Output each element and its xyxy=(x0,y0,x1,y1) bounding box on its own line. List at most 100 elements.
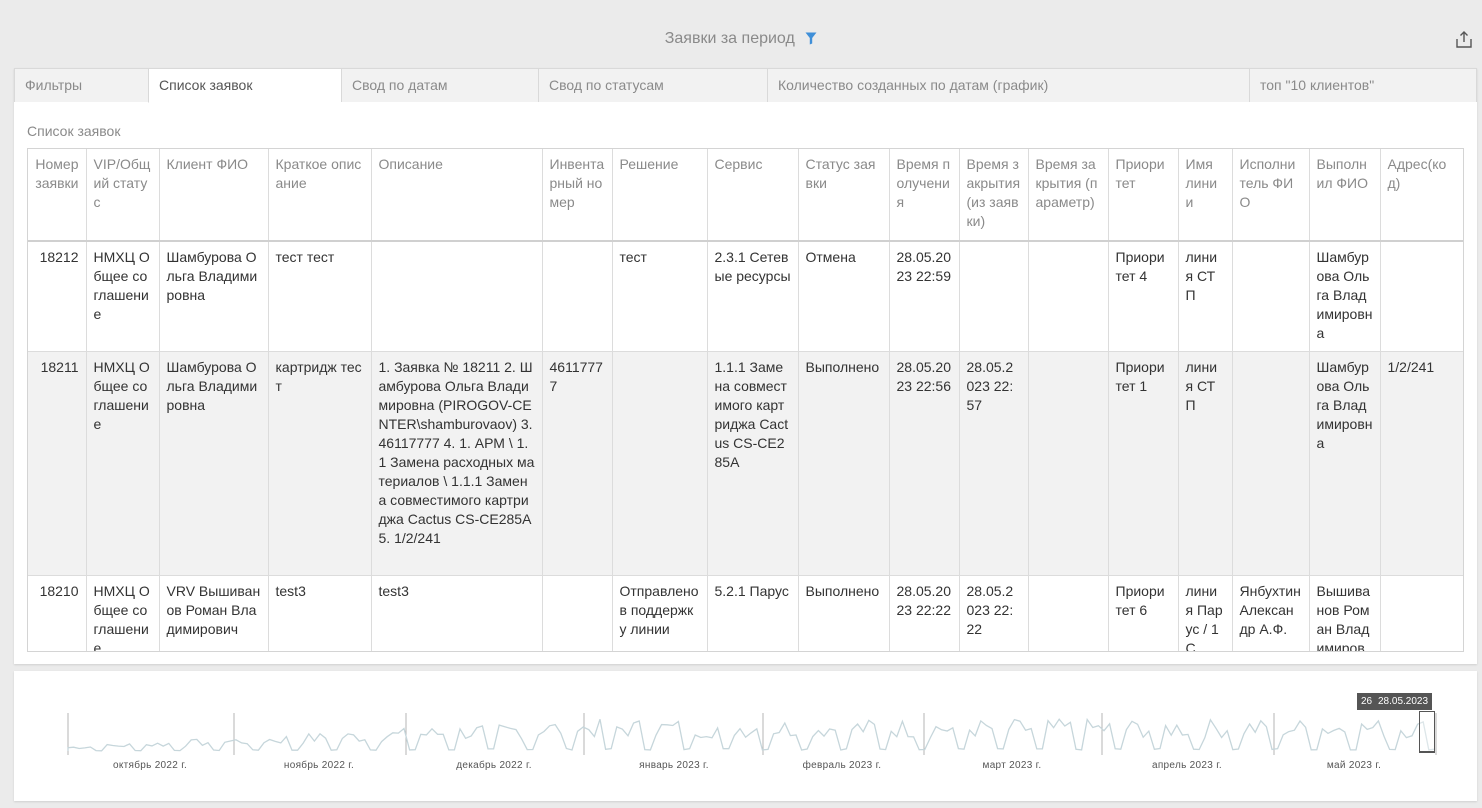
cell-address xyxy=(1380,241,1463,352)
cell-short-description: тест тест xyxy=(268,241,372,352)
timeline-month-label: декабрь 2022 г. xyxy=(456,760,532,771)
column-header[interactable]: Статус заявки xyxy=(798,149,890,242)
cell-solution xyxy=(612,351,708,576)
cell-client-name: Шамбурова Ольга Владимировна xyxy=(159,351,269,576)
tab-summary-by-status[interactable]: Свод по статусам xyxy=(538,68,767,102)
range-selection-handle[interactable] xyxy=(1419,711,1435,753)
timeline-month-label: апрель 2023 г. xyxy=(1151,760,1223,771)
tab-request-list[interactable]: Список заявок xyxy=(148,68,341,103)
requests-table: Номер заявки VIP/Общий статус Клиент ФИО… xyxy=(28,149,1463,651)
cell-vip-status: НМХЦ Общее соглашение xyxy=(86,241,160,352)
cell-received-time: 28.05.2023 22:22 xyxy=(889,575,960,651)
column-header[interactable]: Краткое описание xyxy=(268,149,372,242)
timeline-month-label: март 2023 г. xyxy=(982,760,1042,771)
cell-completed-by: Вышиванов Роман Владимирович xyxy=(1309,575,1381,651)
cell-line-name: линия Парус / 1С xyxy=(1178,575,1233,651)
cell-received-time: 28.05.2023 22:56 xyxy=(889,351,960,576)
cell-solution: тест xyxy=(612,241,708,352)
cell-priority: Приоритет 4 xyxy=(1108,241,1179,352)
column-header[interactable]: Время закрытия (из заявки) xyxy=(959,149,1029,242)
cell-address xyxy=(1380,575,1463,651)
table-header-row: Номер заявки VIP/Общий статус Клиент ФИО… xyxy=(28,149,1463,242)
cell-inventory-number xyxy=(542,241,613,352)
page-title: Заявки за период xyxy=(0,30,1482,50)
table-row[interactable]: 18210 НМХЦ Общее соглашение VRV Вышивано… xyxy=(28,575,1463,651)
cell-client-name: Шамбурова Ольга Владимировна xyxy=(159,241,269,352)
section-title: Список заявок xyxy=(27,123,121,139)
column-header[interactable]: Выполнил ФИО xyxy=(1309,149,1381,242)
cell-client-name: VRV Вышиванов Роман Владимирович xyxy=(159,575,269,651)
cell-closed-time-param xyxy=(1028,351,1109,576)
timeline-month-label: ноябрь 2022 г. xyxy=(283,760,355,771)
cell-request-status: Выполнено xyxy=(798,575,890,651)
date-range-timeline[interactable]: октябрь 2022 г. ноябрь 2022 г. декабрь 2… xyxy=(14,671,1477,801)
column-header[interactable]: Инвентарный номер xyxy=(542,149,613,242)
column-header[interactable]: Клиент ФИО xyxy=(159,149,269,242)
tab-top-10-clients[interactable]: топ "10 клиентов" xyxy=(1249,68,1477,102)
cell-inventory-number xyxy=(542,575,613,651)
tab-created-by-date-chart[interactable]: Количество созданных по датам (график) xyxy=(767,68,1249,102)
column-header[interactable]: Приоритет xyxy=(1108,149,1179,242)
cell-vip-status: НМХЦ Общее соглашение xyxy=(86,575,160,651)
tab-bar: Фильтры Список заявок Свод по датам Свод… xyxy=(14,68,1477,103)
cell-short-description: картридж тест xyxy=(268,351,372,576)
cell-closed-time-param xyxy=(1028,241,1109,352)
cell-request-status: Отмена xyxy=(798,241,890,352)
column-header[interactable]: Адрес(код) xyxy=(1380,149,1463,242)
range-end-badge: 28.05.2023 xyxy=(1374,693,1433,710)
report-panel: Фильтры Список заявок Свод по датам Свод… xyxy=(14,68,1477,664)
cell-assignee xyxy=(1232,241,1310,352)
cell-address: 1/2/241 xyxy=(1380,351,1463,576)
cell-received-time: 28.05.2023 22:59 xyxy=(889,241,960,352)
tab-summary-by-date[interactable]: Свод по датам xyxy=(341,68,538,102)
cell-priority: Приоритет 1 xyxy=(1108,351,1179,576)
cell-service: 1.1.1 Замена совместимого картриджа Cact… xyxy=(707,351,799,576)
tab-filters[interactable]: Фильтры xyxy=(14,68,148,102)
cell-service: 5.2.1 Парус xyxy=(707,575,799,651)
column-header[interactable]: Номер заявки xyxy=(28,149,87,242)
header: Заявки за период xyxy=(0,0,1482,68)
table-row[interactable]: 18212 НМХЦ Общее соглашение Шамбурова Ол… xyxy=(28,241,1463,352)
cell-description: 1. Заявка № 18211 2. Шамбурова Ольга Вла… xyxy=(371,351,543,576)
requests-table-container[interactable]: Номер заявки VIP/Общий статус Клиент ФИО… xyxy=(27,148,1464,652)
page-title-text: Заявки за период xyxy=(664,30,795,47)
cell-service: 2.3.1 Сетевые ресурсы xyxy=(707,241,799,352)
cell-inventory-number: 46117777 xyxy=(542,351,613,576)
timeline-month-label: февраль 2023 г. xyxy=(802,760,882,771)
cell-closed-time: 28.05.2023 22:22 xyxy=(959,575,1029,651)
cell-line-name: линия СТП xyxy=(1178,241,1233,352)
table-row[interactable]: 18211 НМХЦ Общее соглашение Шамбурова Ол… xyxy=(28,351,1463,576)
cell-request-number: 18212 xyxy=(28,241,87,352)
column-header[interactable]: Сервис xyxy=(707,149,799,242)
cell-closed-time: 28.05.2023 22:57 xyxy=(959,351,1029,576)
cell-solution: Отправлено в поддержку линии xyxy=(612,575,708,651)
cell-completed-by: Шамбурова Ольга Владимировна xyxy=(1309,241,1381,352)
cell-request-status: Выполнено xyxy=(798,351,890,576)
cell-vip-status: НМХЦ Общее соглашение xyxy=(86,351,160,576)
cell-priority: Приоритет 6 xyxy=(1108,575,1179,651)
column-header[interactable]: Время получения xyxy=(889,149,960,242)
cell-closed-time-param xyxy=(1028,575,1109,651)
column-header[interactable]: Решение xyxy=(612,149,708,242)
timeline-month-label: январь 2023 г. xyxy=(639,760,709,771)
cell-assignee xyxy=(1232,351,1310,576)
cell-short-description: test3 xyxy=(268,575,372,651)
cell-completed-by: Шамбурова Ольга Владимировна xyxy=(1309,351,1381,576)
filter-icon[interactable] xyxy=(805,32,817,50)
timeline-sparkline xyxy=(67,713,1437,755)
cell-closed-time xyxy=(959,241,1029,352)
cell-request-number: 18211 xyxy=(28,351,87,576)
export-icon[interactable] xyxy=(1454,30,1474,50)
column-header[interactable]: Имя линии xyxy=(1178,149,1233,242)
cell-description xyxy=(371,241,543,352)
cell-line-name: линия СТП xyxy=(1178,351,1233,576)
column-header[interactable]: Описание xyxy=(371,149,543,242)
column-header[interactable]: Исполнитель ФИО xyxy=(1232,149,1310,242)
cell-request-number: 18210 xyxy=(28,575,87,651)
cell-description: test3 xyxy=(371,575,543,651)
timeline-month-label: май 2023 г. xyxy=(1326,760,1382,771)
column-header[interactable]: Время закрытия (параметр) xyxy=(1028,149,1109,242)
column-header[interactable]: VIP/Общий статус xyxy=(86,149,160,242)
timeline-month-label: октябрь 2022 г. xyxy=(112,760,188,771)
cell-assignee: Янбухтин Александр А.Ф. xyxy=(1232,575,1310,651)
